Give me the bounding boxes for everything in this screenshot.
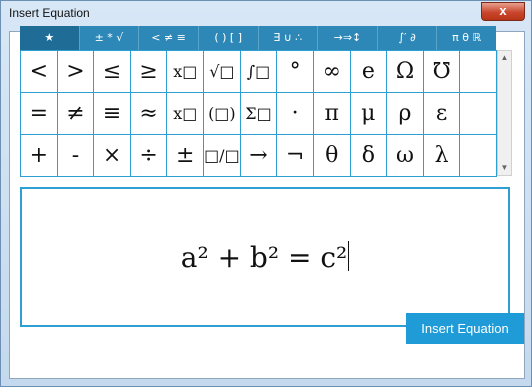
close-button[interactable]: x: [481, 2, 525, 21]
symbol-subscript[interactable]: x□: [167, 93, 205, 135]
symbol-theta[interactable]: θ: [313, 135, 351, 177]
symbol-less-equal[interactable]: ≤: [94, 51, 131, 93]
symbol-greater-than[interactable]: >: [57, 51, 95, 93]
symbol-spacer: [460, 135, 497, 177]
symbol-omega[interactable]: ω: [387, 135, 424, 177]
symbol-e[interactable]: e: [350, 51, 388, 93]
symbol-greater-equal[interactable]: ≥: [130, 51, 168, 93]
symbol-omega-upper[interactable]: Ω: [387, 51, 424, 93]
symbol-mu[interactable]: μ: [350, 93, 388, 135]
symbol-mho[interactable]: ℧: [423, 51, 461, 93]
symbol-plus[interactable]: +: [21, 135, 58, 177]
symbol-divide[interactable]: ÷: [130, 135, 168, 177]
symbol-degree[interactable]: °: [277, 51, 314, 93]
symbol-less-than[interactable]: <: [21, 51, 58, 93]
symbol-scrollbar[interactable]: ▲ ▼: [497, 50, 512, 176]
tab-calculus[interactable]: ∫′ ∂: [378, 26, 438, 50]
symbol-not-equal[interactable]: ≠: [57, 93, 95, 135]
window-title: Insert Equation: [9, 6, 90, 20]
insert-equation-button[interactable]: Insert Equation: [406, 313, 524, 344]
symbol-pi[interactable]: π: [313, 93, 351, 135]
symbol-equals[interactable]: =: [21, 93, 58, 135]
tab-relations[interactable]: < ≠ ≡: [139, 26, 199, 50]
symbol-tabs: ★ ± * √ < ≠ ≡ ( ) [ ] ∃ ∪ ∴ →⇒↕ ∫′ ∂ π θ…: [20, 26, 496, 50]
tab-logic[interactable]: ∃ ∪ ∴: [259, 26, 319, 50]
text-caret: [348, 241, 350, 271]
symbol-spacer: [460, 93, 497, 135]
equation-text: a² + b² = c²: [180, 241, 348, 274]
equation-editor[interactable]: a² + b² = c²: [20, 187, 510, 327]
symbol-superscript[interactable]: x□: [167, 51, 205, 93]
symbol-spacer: [460, 51, 497, 93]
symbol-delta[interactable]: δ: [350, 135, 388, 177]
symbol-dot[interactable]: ·: [277, 93, 314, 135]
scroll-down-icon[interactable]: ▼: [498, 161, 511, 175]
tab-arrows[interactable]: →⇒↕: [318, 26, 378, 50]
symbol-parentheses[interactable]: (□): [204, 93, 241, 135]
scroll-up-icon[interactable]: ▲: [498, 51, 511, 65]
title-bar[interactable]: Insert Equation x: [1, 1, 531, 25]
tab-greek[interactable]: π θ ℝ: [437, 26, 496, 50]
tab-brackets[interactable]: ( ) [ ]: [199, 26, 259, 50]
symbol-epsilon[interactable]: ε: [423, 93, 461, 135]
symbol-infinity[interactable]: ∞: [313, 51, 351, 93]
symbol-fraction[interactable]: □/□: [204, 135, 241, 177]
symbol-minus[interactable]: -: [57, 135, 95, 177]
symbol-lambda[interactable]: λ: [423, 135, 461, 177]
symbol-plus-minus[interactable]: ±: [167, 135, 205, 177]
tab-operators[interactable]: ± * √: [80, 26, 140, 50]
symbol-summation[interactable]: Σ□: [240, 93, 278, 135]
tab-favorites[interactable]: ★: [20, 26, 80, 50]
symbol-integral[interactable]: ∫□: [240, 51, 278, 93]
symbol-not[interactable]: ¬: [277, 135, 314, 177]
symbol-approx[interactable]: ≈: [130, 93, 168, 135]
symbol-rho[interactable]: ρ: [387, 93, 424, 135]
symbol-arrow[interactable]: →: [240, 135, 278, 177]
symbol-square-root[interactable]: √□: [204, 51, 241, 93]
symbol-identical[interactable]: ≡: [94, 93, 131, 135]
symbol-times[interactable]: ×: [94, 135, 131, 177]
symbol-grid: < > ≤ ≥ x□ √□ ∫□ ° ∞ e Ω ℧ = ≠ ≡ ≈ x□ (□…: [20, 50, 497, 177]
